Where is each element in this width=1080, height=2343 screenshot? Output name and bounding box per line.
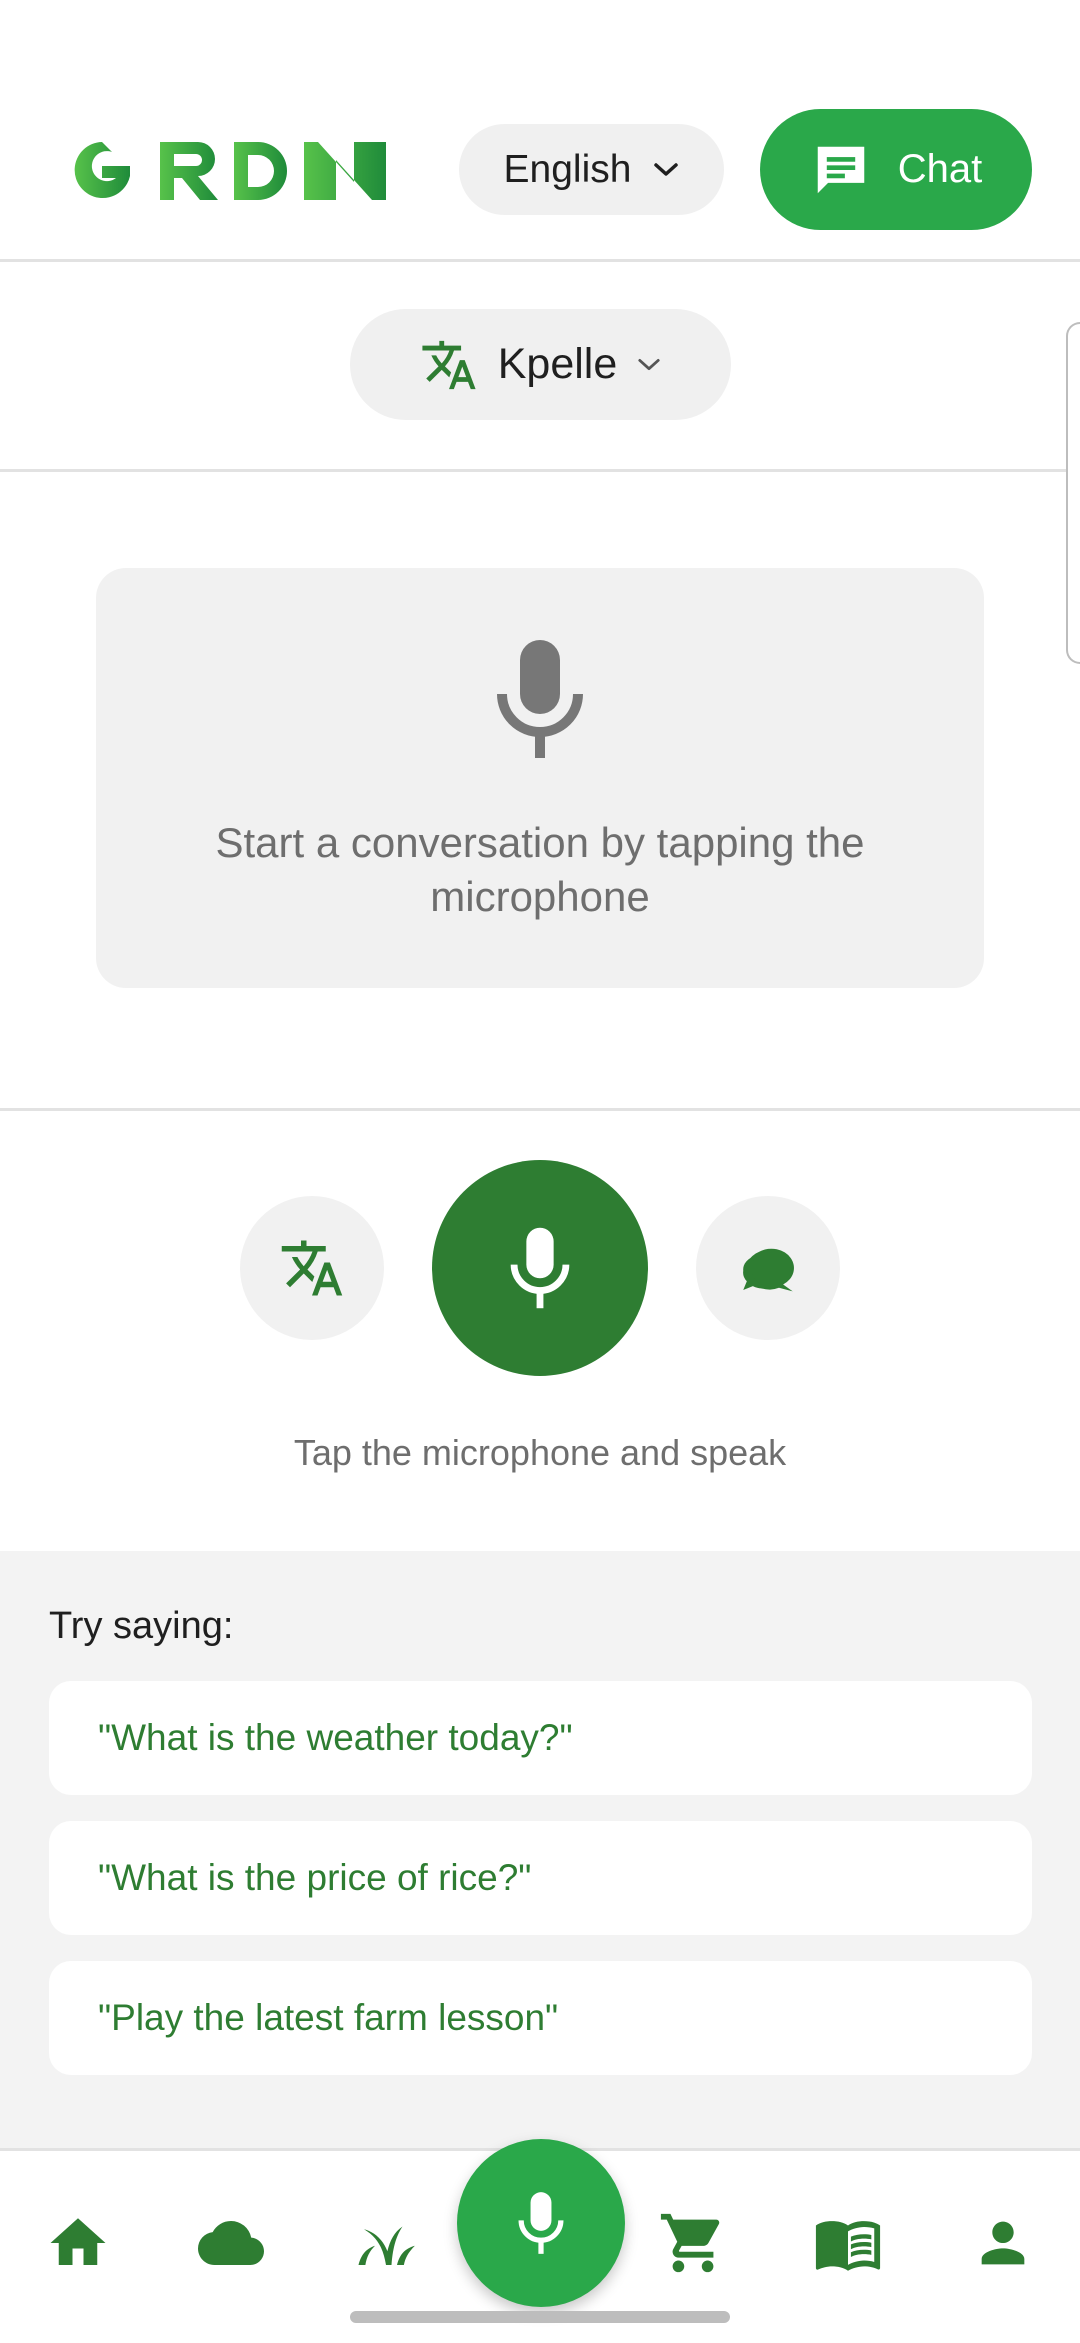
microphone-icon <box>497 640 583 758</box>
suggestion-item[interactable]: "What is the price of rice?" <box>49 1821 1032 1935</box>
nav-profile[interactable] <box>963 2203 1043 2283</box>
nav-market[interactable] <box>653 2203 733 2283</box>
nav-home[interactable] <box>38 2203 118 2283</box>
chat-mode-button[interactable] <box>696 1196 840 1340</box>
record-button[interactable] <box>432 1160 648 1376</box>
speak-hint: Tap the microphone and speak <box>293 1432 787 1473</box>
language-selector[interactable]: English <box>459 124 724 215</box>
home-icon <box>50 2218 106 2265</box>
home-indicator[interactable] <box>350 2311 730 2323</box>
cart-icon <box>660 2213 720 2273</box>
chat-icon <box>817 146 864 193</box>
target-language-label: Kpelle <box>497 340 618 388</box>
nav-voice-button[interactable] <box>457 2139 625 2307</box>
suggestion-item[interactable]: "Play the latest farm lesson" <box>49 1961 1032 2075</box>
translate-icon <box>422 340 476 389</box>
profile-icon <box>981 2221 1025 2265</box>
language-label: English <box>503 147 632 191</box>
microphone-icon <box>518 2192 564 2254</box>
chevron-down-icon <box>638 358 660 370</box>
target-language-bar: Kpelle <box>0 262 1080 472</box>
app-header: English Chat <box>0 0 1080 262</box>
nav-lessons[interactable] <box>808 2203 888 2283</box>
suggestion-item[interactable]: "What is the weather today?" <box>49 1681 1032 1795</box>
chat-bubbles-icon <box>743 1248 794 1292</box>
translate-button[interactable] <box>240 1196 384 1340</box>
crop-icon <box>358 2226 415 2265</box>
microphone-icon <box>510 1227 570 1309</box>
grdn-logo <box>74 142 386 200</box>
book-icon <box>815 2221 881 2271</box>
chevron-down-icon <box>654 162 679 176</box>
target-language-selector[interactable]: Kpelle <box>350 309 731 420</box>
side-scroll-handle[interactable] <box>1066 322 1080 664</box>
chat-label: Chat <box>897 147 983 191</box>
chat-button[interactable]: Chat <box>760 109 1032 230</box>
nav-crops[interactable] <box>346 2203 426 2283</box>
nav-weather[interactable] <box>191 2203 271 2283</box>
empty-state-message: Start a conversation by tapping the micr… <box>215 819 865 920</box>
suggestions-title: Try saying: <box>49 1605 234 1647</box>
divider <box>0 1108 1080 1111</box>
suggestions-panel: Try saying: "What is the weather today?"… <box>0 1551 1080 2148</box>
translate-icon <box>281 1240 343 1296</box>
cloud-icon <box>198 2221 264 2265</box>
conversation-empty-state: Start a conversation by tapping the micr… <box>96 568 984 988</box>
